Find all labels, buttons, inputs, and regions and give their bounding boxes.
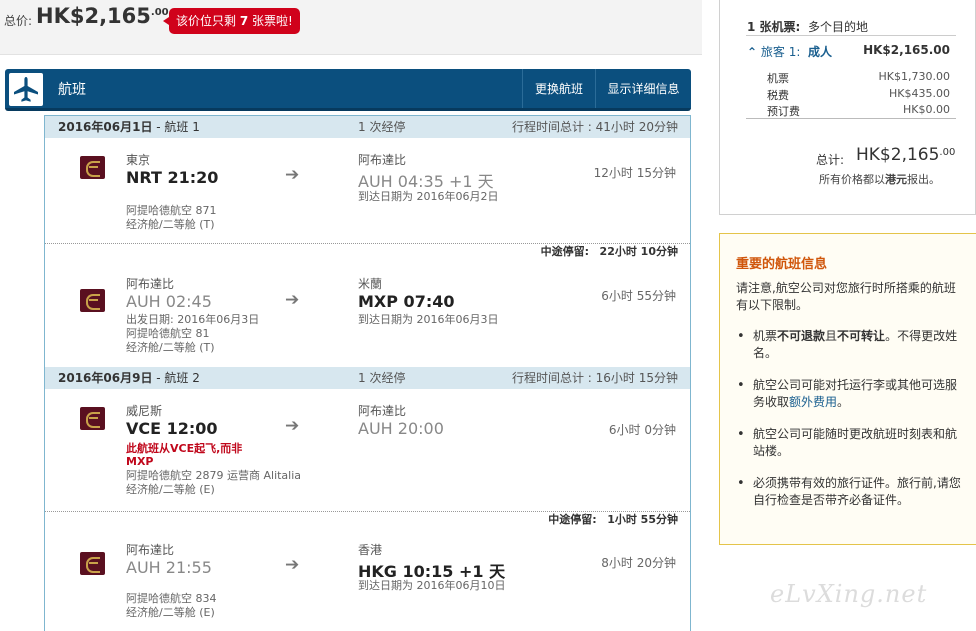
divider <box>746 118 956 119</box>
arrival-time: MXP 07:40 <box>358 292 455 311</box>
etihad-logo-icon <box>80 289 105 312</box>
important-heading: 重要的航班信息 <box>736 257 828 272</box>
arrival-time: AUH 20:00 <box>358 419 444 438</box>
segment-total-time: 行程时间总计 : 41小时 20分钟 <box>511 120 678 134</box>
arrival-date-note: 到达日期为 2016年06月3日 <box>358 313 499 326</box>
restrictions-list: 机票不可退款且不可转让。不得更改姓名。 航空公司可能对托运行李或其他可选服务收取… <box>736 328 964 524</box>
flights-header: 航班 更换航班 显示详细信息 <box>5 69 691 111</box>
total-price: HK$2,165.00 <box>36 4 169 28</box>
etihad-logo-icon <box>80 552 105 575</box>
departure-city: 威尼斯 <box>126 404 163 418</box>
etihad-logo-icon <box>80 156 105 179</box>
leg-duration: 12小时 15分钟 <box>593 166 676 180</box>
arrival-city: 香港 <box>358 543 383 557</box>
arrival-date-note: 到达日期为 2016年06月10日 <box>358 579 506 592</box>
cabin-class: 经济舱/二等舱 (T) <box>126 341 215 354</box>
list-item: 机票不可退款且不可转让。不得更改姓名。 <box>736 328 964 362</box>
segment-stops: 1 次经停 <box>358 371 406 385</box>
show-details-button[interactable]: 显示详细信息 <box>595 69 691 108</box>
departure-city: 阿布達比 <box>126 277 175 291</box>
airline-flight: 阿提哈德航空 834 <box>126 592 217 605</box>
flight-leg: 阿布達比 AUH 02:45 出发日期: 2016年06月3日 阿提哈德航空 8… <box>45 260 690 366</box>
airline-flight: 阿提哈德航空 81 <box>126 327 210 340</box>
tax-row: 税费 HK$435.00 <box>767 87 950 102</box>
extra-fees-link[interactable]: 额外费用 <box>789 395 837 409</box>
summary-total-amount: HK$2,165.00 <box>856 145 956 165</box>
arrival-city: 阿布達比 <box>358 153 407 167</box>
summary-total-label: 总计: <box>816 153 845 167</box>
airline-flight: 阿提哈德航空 2879 运营商 Alitalia <box>126 469 302 482</box>
currency-note: 所有价格都以港元报出。 <box>819 173 940 186</box>
divider <box>746 35 956 36</box>
fare-row: 机票 HK$1,730.00 <box>767 70 950 85</box>
booking-fee-row: 预订费 HK$0.00 <box>767 103 950 118</box>
segment-date: 2016年06月9日 - 航班 2 <box>58 371 200 385</box>
watermark: eLvXing.net <box>770 580 928 608</box>
departure-time: AUH 21:55 <box>126 558 212 577</box>
seats-left-badge: 该价位只剩 7 张票啦! <box>163 8 300 34</box>
list-item: 必须携带有效的旅行证件。旅行前,请您自行检查是否带齐必备证件。 <box>736 475 964 509</box>
plane-icon <box>9 73 43 106</box>
departure-city: 阿布達比 <box>126 543 175 557</box>
cabin-class: 经济舱/二等舱 (E) <box>126 483 215 496</box>
departure-time: NRT 21:20 <box>126 168 219 187</box>
departure-city: 東京 <box>126 153 151 167</box>
cabin-class: 经济舱/二等舱 (T) <box>126 218 215 231</box>
passenger-toggle[interactable]: ⌃ 旅客 1: 成人 <box>747 43 832 60</box>
segment-header: 2016年06月1日 - 航班 1 1 次经停 行程时间总计 : 41小时 20… <box>45 116 690 138</box>
departure-time: AUH 02:45 <box>126 292 212 311</box>
arrival-date-note: 到达日期为 2016年06月2日 <box>358 190 499 203</box>
arrow-right-icon: ➔ <box>285 165 300 185</box>
segment-date: 2016年06月1日 - 航班 1 <box>58 120 200 134</box>
itinerary-panel: 2016年06月1日 - 航班 1 1 次经停 行程时间总计 : 41小时 20… <box>44 115 691 631</box>
chevron-up-icon: ⌃ <box>747 45 758 59</box>
flight-leg: 威尼斯 VCE 12:00 此航班从VCE起飞,而非 MXP 阿提哈德航空 28… <box>45 389 690 509</box>
segment-total-time: 行程时间总计 : 16小时 15分钟 <box>511 371 678 385</box>
segment-header: 2016年06月9日 - 航班 2 1 次经停 行程时间总计 : 16小时 15… <box>45 367 690 389</box>
leg-duration: 8小时 20分钟 <box>601 556 676 570</box>
important-flight-info: 重要的航班信息 请注意,航空公司对您旅行时所搭乘的航班有以下限制。 机票不可退款… <box>719 233 976 545</box>
list-item: 航空公司可能对托运行李或其他可选服务收取额外费用。 <box>736 377 964 411</box>
flights-title: 航班 <box>58 82 86 98</box>
flight-leg: 阿布達比 AUH 21:55 阿提哈德航空 834 经济舱/二等舱 (E) ➔ … <box>45 528 690 631</box>
departure-warning-cont: MXP <box>126 455 154 468</box>
price-bar: 总价: HK$2,165.00 该价位只剩 7 张票啦! <box>0 0 702 55</box>
price-summary: 1 张机票: 多个目的地 ⌃ 旅客 1: 成人 HK$2,165.00 机票 HK… <box>719 0 976 215</box>
change-flight-button[interactable]: 更换航班 <box>522 69 595 108</box>
layover: 中途停留: 22小时 10分钟 <box>45 243 690 259</box>
arrival-city: 米蘭 <box>358 277 383 291</box>
list-item: 航空公司可能随时更改航班时刻表和航站楼。 <box>736 426 964 460</box>
segment-stops: 1 次经停 <box>358 120 406 134</box>
arrow-right-icon: ➔ <box>285 290 300 310</box>
leg-duration: 6小时 0分钟 <box>608 423 676 437</box>
arrow-right-icon: ➔ <box>285 555 300 575</box>
departure-date-note: 出发日期: 2016年06月3日 <box>126 313 260 326</box>
arrow-right-icon: ➔ <box>285 416 300 436</box>
departure-warning: 此航班从VCE起飞,而非 <box>126 442 243 455</box>
airline-flight: 阿提哈德航空 871 <box>126 204 217 217</box>
cabin-class: 经济舱/二等舱 (E) <box>126 606 215 619</box>
passenger-amount: HK$2,165.00 <box>863 43 950 57</box>
flight-leg: 東京 NRT 21:20 ➔ 阿布達比 AUH 04:35 +1 天 到达日期为… <box>45 138 690 242</box>
leg-duration: 6小时 55分钟 <box>601 289 676 303</box>
ticket-count: 1 张机票: 多个目的地 <box>747 20 868 34</box>
layover: 中途停留: 1小时 55分钟 <box>45 511 690 527</box>
etihad-logo-icon <box>80 407 105 430</box>
total-price-label: 总价: <box>4 14 33 28</box>
arrival-city: 阿布達比 <box>358 404 407 418</box>
arrival-time: AUH 04:35 +1 天 <box>358 172 494 191</box>
important-intro: 请注意,航空公司对您旅行时所搭乘的航班有以下限制。 <box>736 281 956 312</box>
departure-time: VCE 12:00 <box>126 419 218 438</box>
